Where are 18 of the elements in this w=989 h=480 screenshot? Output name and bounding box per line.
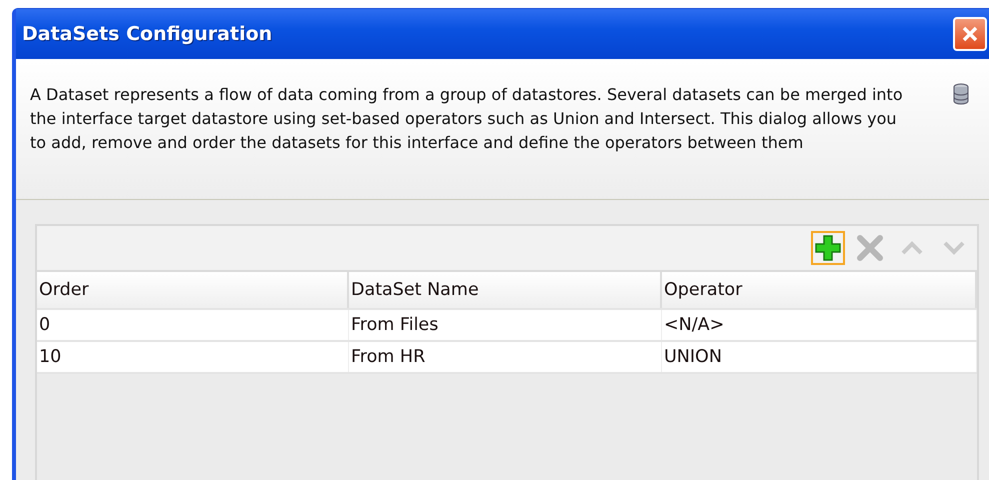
table-cell: UNION — [662, 342, 977, 372]
table-cell: <N/A> — [662, 310, 977, 340]
window-title: DataSets Configuration — [22, 23, 272, 46]
column-header[interactable]: Operator — [662, 272, 977, 308]
table-cell: 10 — [37, 342, 349, 372]
x-icon — [856, 234, 884, 262]
column-header[interactable]: Order — [37, 272, 349, 308]
table-cell: 0 — [37, 310, 349, 340]
chevron-down-icon — [942, 239, 966, 257]
table-cell: From Files — [349, 310, 662, 340]
database-icon — [953, 83, 969, 106]
add-button[interactable] — [811, 231, 845, 265]
description-text: A Dataset represents a flow of data coming from a group of datastores. Several datasets can be merged into the interface target datastore using set-based operators such as Union and Intersect. This dialog allows you to add, remove and order the datasets for this interface and define the operators between them — [30, 84, 904, 154]
table-cell: From HR — [349, 342, 662, 372]
chevron-up-icon — [900, 239, 924, 257]
close-button[interactable] — [953, 17, 987, 52]
column-header[interactable]: DataSet Name — [349, 272, 662, 308]
plus-icon — [814, 234, 842, 262]
